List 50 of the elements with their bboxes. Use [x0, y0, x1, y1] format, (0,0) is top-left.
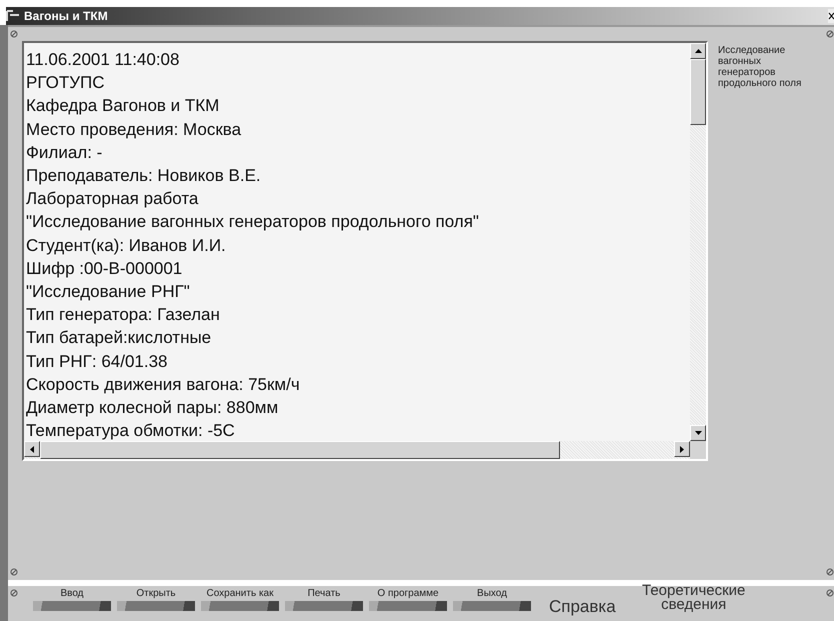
grip-icon — [826, 30, 834, 38]
vertical-scrollbar[interactable] — [690, 43, 706, 441]
button-label: Сохранить как — [206, 588, 274, 599]
report-line: Место проведения: Москва — [26, 118, 242, 141]
grip-icon — [10, 589, 18, 597]
report-line: Студент(ка): Иванов И.И. — [26, 234, 226, 257]
report-line: Кафедра Вагонов и ТКМ — [26, 95, 220, 118]
down-arrow-icon[interactable] — [694, 431, 702, 435]
toolbar-button[interactable] — [285, 601, 363, 611]
button-label: Печать — [308, 588, 340, 599]
scrollbar-corner — [690, 441, 706, 459]
help-link[interactable]: Справка — [549, 598, 616, 615]
report-line: Скорость движения вагона: 75км/ч — [26, 374, 300, 396]
toolbar-button[interactable] — [201, 601, 279, 611]
scroll-thumb[interactable] — [690, 59, 706, 125]
report-line: РГОТУПС — [26, 72, 104, 94]
grip-icon — [10, 568, 18, 576]
report-line: Преподаватель: Новиков В.Е. — [26, 165, 261, 188]
report-line: Температура обмотки: -5С — [26, 420, 235, 441]
report-line: "Исследование вагонных генераторов продольного поля" — [26, 211, 479, 234]
report-line: Тип РНГ: 64/01.38 — [26, 350, 168, 373]
report-line: Шифр :00-В-000001 — [26, 258, 182, 280]
report-line: Диаметр колесной пары: 880мм — [26, 397, 278, 420]
report-line: Тип батарей:кислотные — [26, 327, 212, 350]
button-label: Открыть — [136, 588, 176, 599]
right-arrow-icon[interactable] — [680, 446, 684, 452]
button-label: Ввод — [60, 588, 84, 599]
grip-icon — [826, 568, 834, 576]
report-line: Тип генератора: Газелан — [26, 304, 220, 326]
horizontal-scrollbar[interactable] — [24, 441, 690, 459]
toolbar-button[interactable] — [453, 601, 531, 611]
report-line: "Исследование РНГ" — [26, 281, 190, 304]
side-note: Исследование вагонных генераторов продольного поля — [718, 45, 802, 89]
report-line: 11.06.2001 11:40:08 — [26, 49, 180, 71]
left-arrow-icon[interactable] — [30, 446, 34, 452]
toolbar-button[interactable] — [117, 601, 195, 611]
help-link[interactable]: Теоретические сведения — [634, 584, 754, 612]
window-icon — [6, 10, 20, 22]
grip-icon — [826, 589, 834, 597]
toolbar-button[interactable] — [33, 601, 111, 611]
button-label: О программе — [377, 588, 439, 599]
report-line: Филиал: - — [26, 142, 102, 164]
scroll-thumb[interactable] — [40, 441, 560, 459]
grip-icon — [10, 30, 18, 38]
toolbar-button[interactable] — [369, 601, 447, 611]
window-title: Вагоны и ТКМ — [24, 9, 108, 23]
report-line: Лабораторная работа — [26, 188, 198, 210]
button-label: Выход — [477, 588, 507, 599]
up-arrow-icon[interactable] — [694, 49, 702, 53]
close-icon[interactable] — [828, 9, 834, 23]
